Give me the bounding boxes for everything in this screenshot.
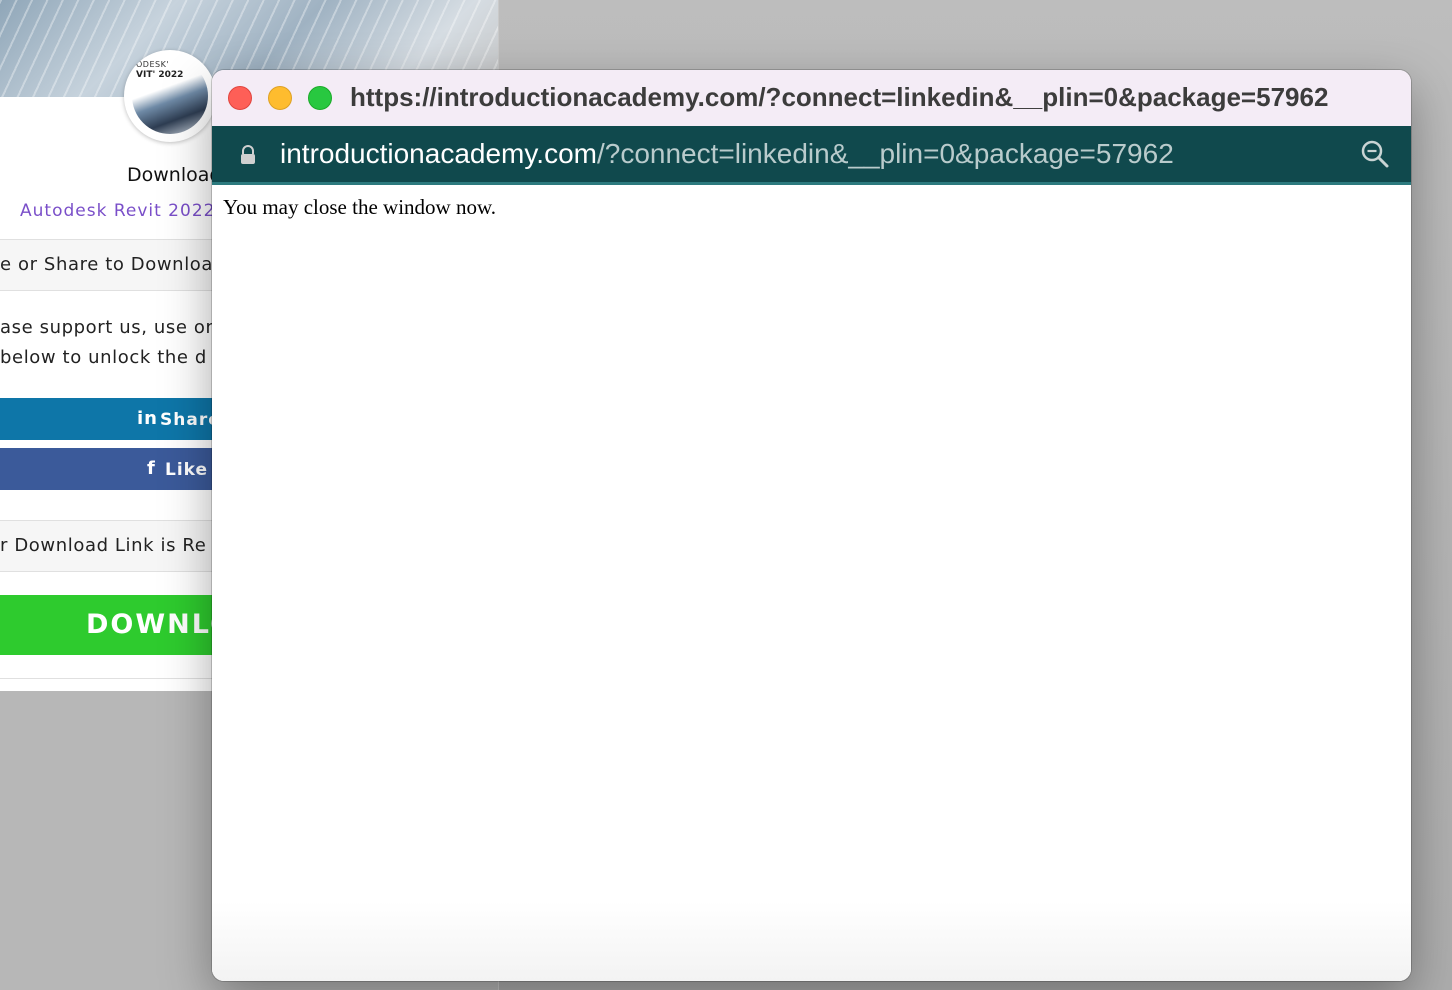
divider (0, 290, 230, 291)
linkedin-icon: in (137, 408, 158, 429)
card-title: Download (127, 164, 222, 186)
address-url[interactable]: introductionacademy.com/?connect=linkedi… (280, 138, 1174, 170)
divider (0, 571, 230, 572)
like-share-heading: e or Share to Download (0, 254, 226, 275)
logo-text-product: VIT' 2022 (136, 70, 184, 80)
close-window-button[interactable] (228, 86, 252, 110)
link-ready-heading: r Download Link is Re (0, 535, 207, 556)
facebook-like-label: Like (165, 460, 209, 480)
download-card: Download Autodesk Revit 2022 e or Share … (0, 97, 233, 691)
popup-titlebar[interactable]: https://introductionacademy.com/?connect… (212, 70, 1411, 126)
address-path: /?connect=linkedin&__plin=0&package=5796… (596, 138, 1174, 169)
like-share-heading-box: e or Share to Download (0, 240, 230, 290)
close-window-message: You may close the window now. (223, 195, 496, 219)
download-button[interactable]: DOWNLO (0, 595, 233, 655)
link-ready-heading-box: r Download Link is Re (0, 521, 230, 571)
logo-text-brand: ODESK' (136, 60, 170, 69)
zoom-window-button[interactable] (308, 86, 332, 110)
facebook-like-button[interactable]: f Like (0, 448, 230, 490)
window-title: https://introductionacademy.com/?connect… (350, 82, 1329, 112)
facebook-icon: f (147, 458, 156, 479)
content-bottom-fade (212, 901, 1411, 981)
popup-window: https://introductionacademy.com/?connect… (212, 70, 1411, 981)
minimize-window-button[interactable] (268, 86, 292, 110)
divider (0, 678, 230, 679)
address-bar[interactable]: introductionacademy.com/?connect=linkedi… (212, 126, 1411, 185)
card-subtitle: Autodesk Revit 2022 (20, 201, 216, 221)
lock-icon (241, 145, 255, 164)
support-text-line-2: below to unlock the d (0, 347, 207, 368)
address-host: introductionacademy.com (280, 138, 597, 169)
popup-content: You may close the window now. (212, 185, 1411, 981)
zoom-search-icon[interactable] (1360, 139, 1390, 169)
support-text-line-1: ase support us, use on (0, 317, 218, 338)
linkedin-share-button[interactable]: in Share (0, 398, 230, 440)
product-logo: ODESK' VIT' 2022 (124, 50, 216, 142)
